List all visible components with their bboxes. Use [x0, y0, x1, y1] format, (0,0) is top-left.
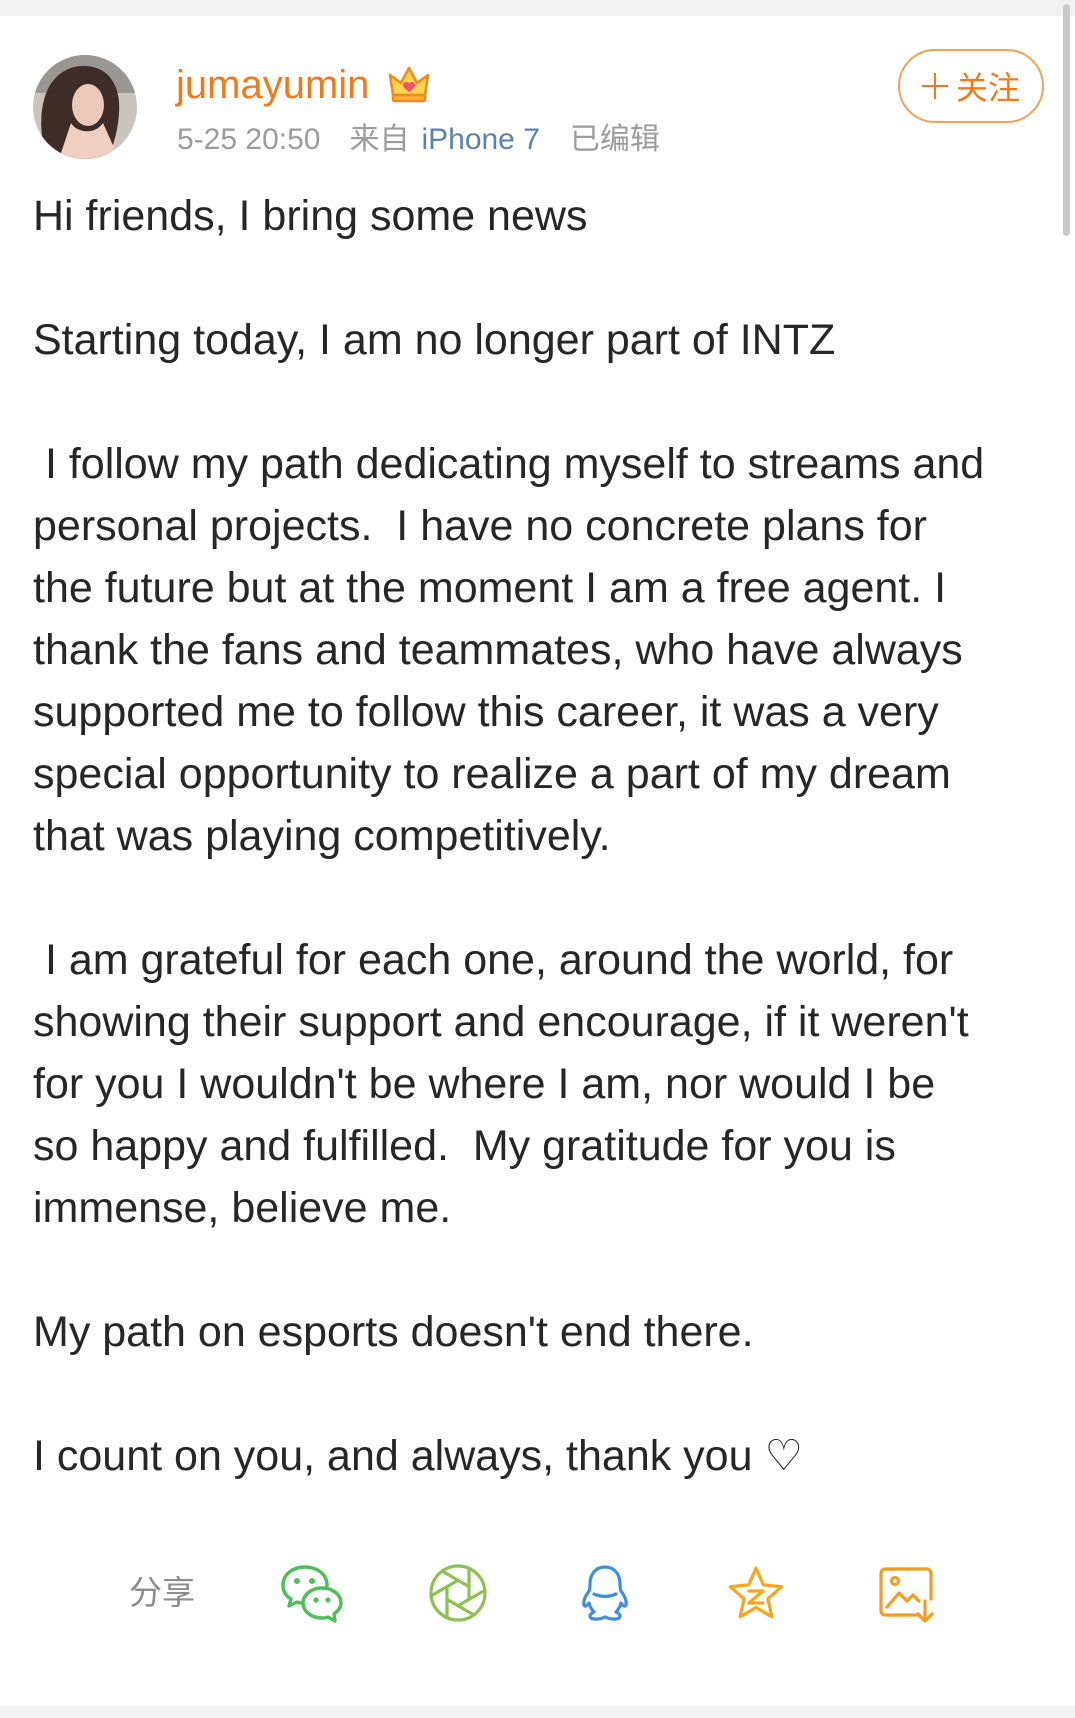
text-line: My path on esports doesn't end there. — [33, 1308, 754, 1356]
crown-icon[interactable] — [387, 62, 431, 106]
text-line: so happy and fulfilled. My gratitude for… — [33, 1122, 896, 1170]
text-line: Starting today, I am no longer part of I… — [33, 316, 836, 364]
paragraph: I follow my path dedicating myself to st… — [33, 433, 1043, 867]
plus-icon — [921, 73, 948, 99]
scrollbar[interactable] — [1063, 4, 1070, 236]
follow-button[interactable]: 关注 — [898, 49, 1044, 123]
paragraph: I count on you, and always, thank you ♡ — [33, 1425, 1043, 1487]
text-line: that was playing competitively. — [33, 812, 611, 860]
paragraph: My path on esports doesn't end there. — [33, 1301, 1043, 1363]
text-line: for you I wouldn't be where I am, nor wo… — [33, 1060, 936, 1108]
paragraph: Hi friends, I bring some news — [33, 185, 1043, 247]
post-time: 5-25 20:50 — [177, 123, 321, 156]
save-image-icon[interactable] — [875, 1561, 939, 1625]
source-prefix: 来自 — [349, 123, 410, 156]
text-line: personal projects. I have no concrete pl… — [33, 502, 927, 550]
edited-label[interactable]: 已编辑 — [570, 122, 660, 158]
qzone-icon[interactable] — [724, 1561, 788, 1625]
top-divider — [0, 0, 1075, 16]
text-line: the future but at the moment I am a free… — [33, 564, 947, 612]
text-line: Hi friends, I bring some news — [33, 192, 588, 240]
text-line: I count on you, and always, thank you ♡ — [33, 1432, 804, 1480]
text-line: thank the fans and teammates, who have a… — [33, 626, 963, 674]
text-line: I am grateful for each one, around the w… — [33, 936, 954, 984]
moments-icon[interactable] — [426, 1561, 490, 1625]
text-line: special opportunity to realize a part of… — [33, 750, 951, 798]
text-line: showing their support and encourage, if … — [33, 998, 969, 1046]
qq-icon[interactable] — [573, 1561, 637, 1625]
follow-button-label: 关注 — [955, 70, 1020, 106]
share-bar: 分享 — [0, 1561, 1075, 1625]
text-line: immense, believe me. — [33, 1184, 452, 1232]
post-meta: 5-25 20:50 来自 iPhone 7 已编辑 — [177, 122, 660, 158]
text-line: I follow my path dedicating myself to st… — [33, 440, 985, 488]
source-device-link[interactable]: iPhone 7 — [421, 122, 539, 158]
paragraph: Starting today, I am no longer part of I… — [33, 309, 1043, 371]
text-line: supported me to follow this career, it w… — [33, 688, 939, 736]
share-label: 分享 — [129, 1574, 195, 1611]
paragraph: I am grateful for each one, around the w… — [33, 929, 1043, 1239]
wechat-icon[interactable] — [279, 1561, 343, 1625]
bottom-divider — [0, 1706, 1075, 1718]
username[interactable]: jumayumin — [176, 62, 369, 108]
post-body: Hi friends, I bring some news Starting t… — [33, 185, 1043, 1487]
avatar[interactable] — [33, 55, 137, 159]
